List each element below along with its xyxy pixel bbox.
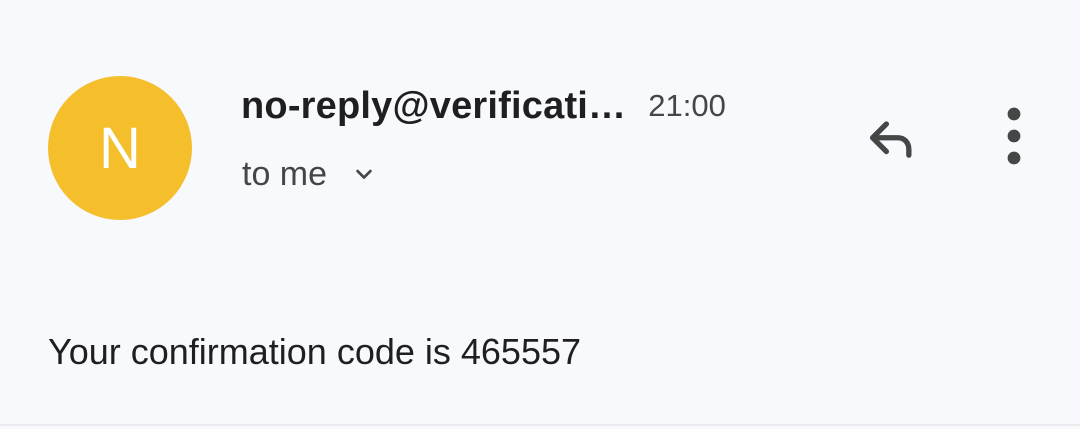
sender-address[interactable]: no-reply@verificati… (241, 85, 626, 128)
recipient-row[interactable]: to me (242, 148, 379, 200)
more-options-button[interactable] (976, 100, 1052, 176)
avatar[interactable]: N (48, 76, 192, 220)
timestamp: 21:00 (648, 88, 726, 123)
sender-row: no-reply@verificati… 21:00 (241, 80, 726, 132)
divider (0, 424, 1080, 426)
recipient-label[interactable]: to me (242, 155, 327, 194)
email-header: N no-reply@verificati… 21:00 to me (0, 0, 1080, 260)
message-body: Your confirmation code is 465557 (48, 331, 582, 372)
more-vertical-icon (992, 104, 1036, 173)
reply-button[interactable] (852, 102, 928, 178)
chevron-down-icon[interactable] (349, 159, 379, 189)
reply-icon (861, 109, 919, 172)
